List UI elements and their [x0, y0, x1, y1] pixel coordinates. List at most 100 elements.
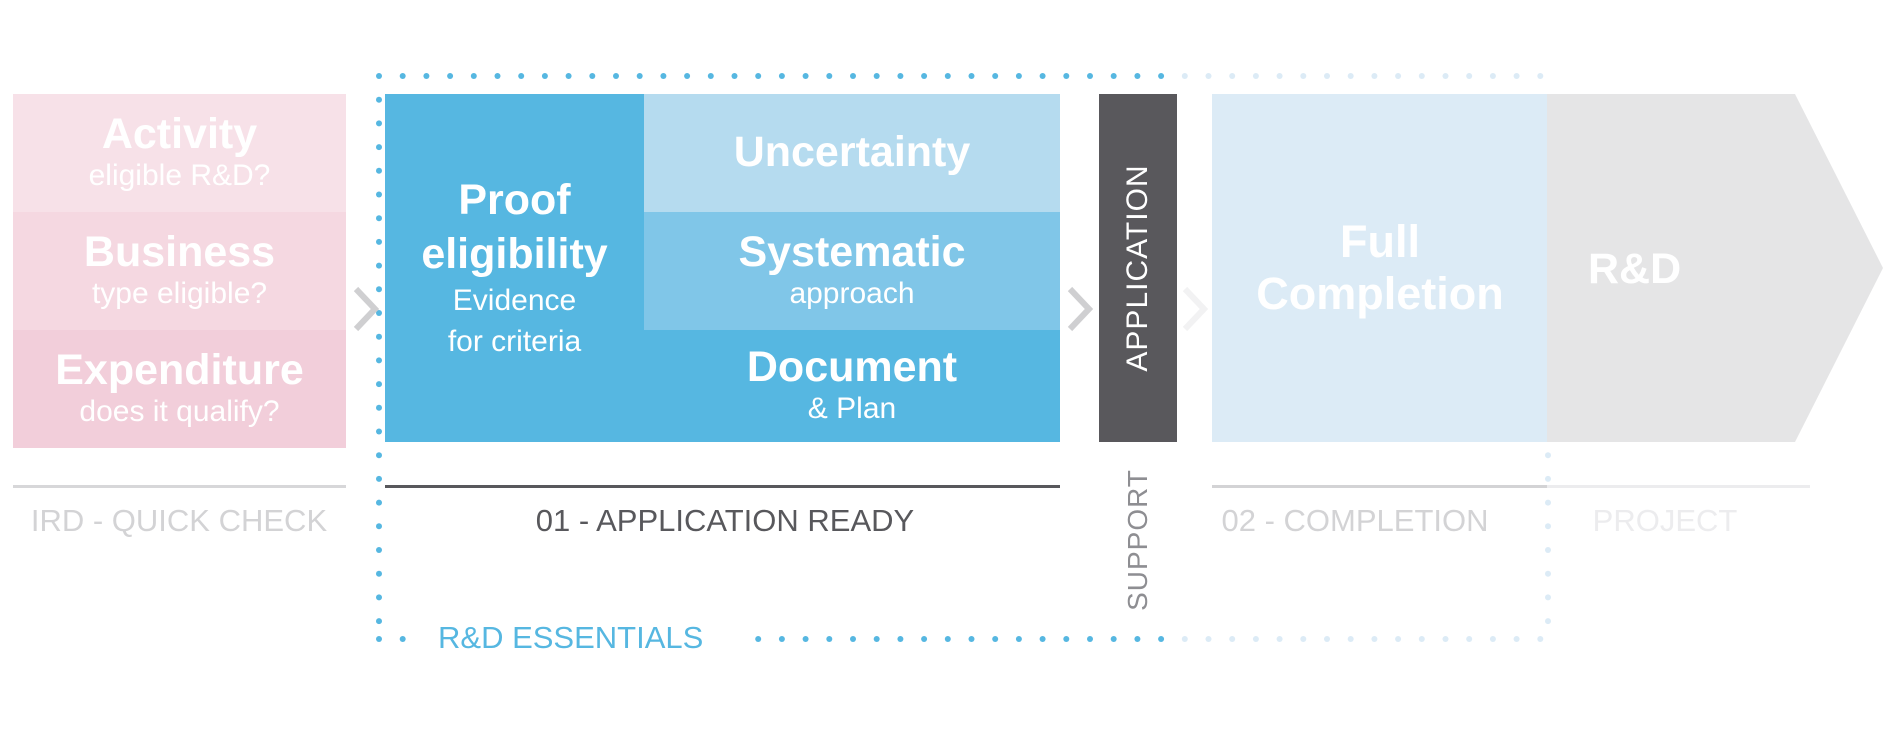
border-dot	[565, 73, 572, 79]
chevron-right-icon	[1067, 286, 1094, 332]
border-dot	[1466, 73, 1473, 79]
systematic-title: Systematic	[738, 228, 966, 277]
border-dot	[802, 636, 809, 642]
border-dot	[1039, 636, 1046, 642]
border-dot	[1489, 73, 1496, 79]
border-dot	[1087, 636, 1093, 642]
border-dot	[897, 636, 904, 642]
activity-subtitle: eligible R&D?	[88, 158, 271, 192]
border-dot	[992, 73, 999, 79]
border-dot	[1347, 636, 1354, 642]
business-title: Business	[83, 228, 276, 277]
border-dot	[399, 73, 406, 79]
border-dot	[1324, 73, 1330, 79]
full-completion-line2: Completion	[1256, 268, 1504, 319]
border-dot	[1087, 73, 1093, 79]
activity-title: Activity	[101, 110, 258, 159]
border-dot	[1276, 636, 1283, 642]
border-dot	[1513, 73, 1520, 79]
border-dot	[613, 73, 619, 79]
border-dot	[376, 191, 382, 198]
support-label: SUPPORT	[1122, 469, 1153, 611]
border-dot	[1545, 547, 1551, 553]
border-dot	[1181, 73, 1188, 79]
border-dot	[541, 73, 548, 79]
border-dot	[1347, 73, 1354, 79]
border-dot	[1252, 73, 1259, 79]
border-dot	[1395, 636, 1402, 642]
border-dot	[376, 73, 382, 79]
proof-sub-line1: Evidence	[452, 284, 577, 318]
chevron-right-icon	[1182, 286, 1209, 332]
border-dot	[778, 73, 785, 79]
border-dot	[897, 73, 904, 79]
border-dot	[1134, 73, 1141, 79]
quick-check-label: IRD - QUICK CHECK	[30, 503, 328, 538]
border-dot	[1110, 73, 1117, 79]
border-dot	[376, 636, 382, 642]
border-dot	[1039, 73, 1046, 79]
border-dot	[376, 381, 382, 388]
border-dot	[1063, 636, 1070, 642]
systematic-block: Systematic approach	[644, 212, 1060, 330]
border-dot	[399, 636, 406, 642]
border-dot	[1205, 73, 1212, 79]
project-underline	[1547, 485, 1810, 488]
border-dot	[1442, 73, 1449, 79]
application-ready-label: 01 - APPLICATION READY	[535, 503, 915, 538]
border-dot	[1181, 636, 1188, 642]
border-dot	[376, 215, 382, 222]
border-dot	[376, 618, 382, 625]
border-dot	[1158, 636, 1165, 642]
border-dot	[1229, 73, 1236, 79]
border-dot	[1489, 636, 1496, 642]
border-dot	[802, 73, 809, 79]
border-dot	[376, 96, 382, 103]
border-dot	[1545, 618, 1551, 625]
border-dot	[1545, 570, 1551, 577]
proof-title-line1: Proof	[458, 175, 571, 224]
border-dot	[731, 73, 738, 79]
border-dot	[376, 570, 382, 577]
border-dot	[376, 120, 382, 127]
border-dot	[1418, 636, 1425, 642]
border-dot	[376, 594, 382, 601]
border-dot	[944, 73, 951, 79]
border-dot	[1513, 636, 1520, 642]
completion-underline	[1212, 485, 1548, 488]
border-dot	[1158, 73, 1165, 79]
project-label: PROJECT	[1592, 503, 1738, 538]
border-dot	[470, 73, 477, 79]
border-dot	[944, 636, 951, 642]
border-dot	[1537, 636, 1544, 642]
border-dot	[1276, 73, 1283, 79]
border-dot	[376, 357, 382, 364]
border-dot	[376, 167, 382, 174]
document-title: Document	[746, 343, 958, 392]
expenditure-subtitle: does it qualify?	[79, 394, 280, 428]
border-dot	[921, 73, 928, 79]
application-ready-underline	[385, 485, 1060, 488]
border-dot	[1015, 636, 1022, 642]
border-dot	[1229, 636, 1236, 642]
systematic-subtitle: approach	[789, 276, 915, 310]
border-dot	[1371, 636, 1378, 642]
border-dot	[921, 636, 928, 642]
border-dot	[660, 73, 667, 79]
border-dot	[1442, 636, 1449, 642]
border-dot	[376, 428, 382, 435]
business-subtitle: type eligible?	[91, 276, 268, 310]
full-completion-block: Full Completion	[1212, 94, 1548, 442]
completion-label: 02 - COMPLETION	[1221, 503, 1489, 538]
border-dot	[778, 636, 785, 642]
border-dot	[707, 73, 714, 79]
expenditure-title: Expenditure	[55, 346, 304, 395]
uncertainty-block: Uncertainty	[644, 94, 1060, 212]
quick-check-activity: Activity eligible R&D?	[13, 94, 346, 212]
border-dot	[850, 636, 856, 642]
border-dot	[850, 73, 856, 79]
border-dot	[447, 73, 454, 79]
border-dot	[1466, 636, 1473, 642]
border-dot	[992, 636, 999, 642]
project-title: R&D	[1588, 245, 1682, 293]
